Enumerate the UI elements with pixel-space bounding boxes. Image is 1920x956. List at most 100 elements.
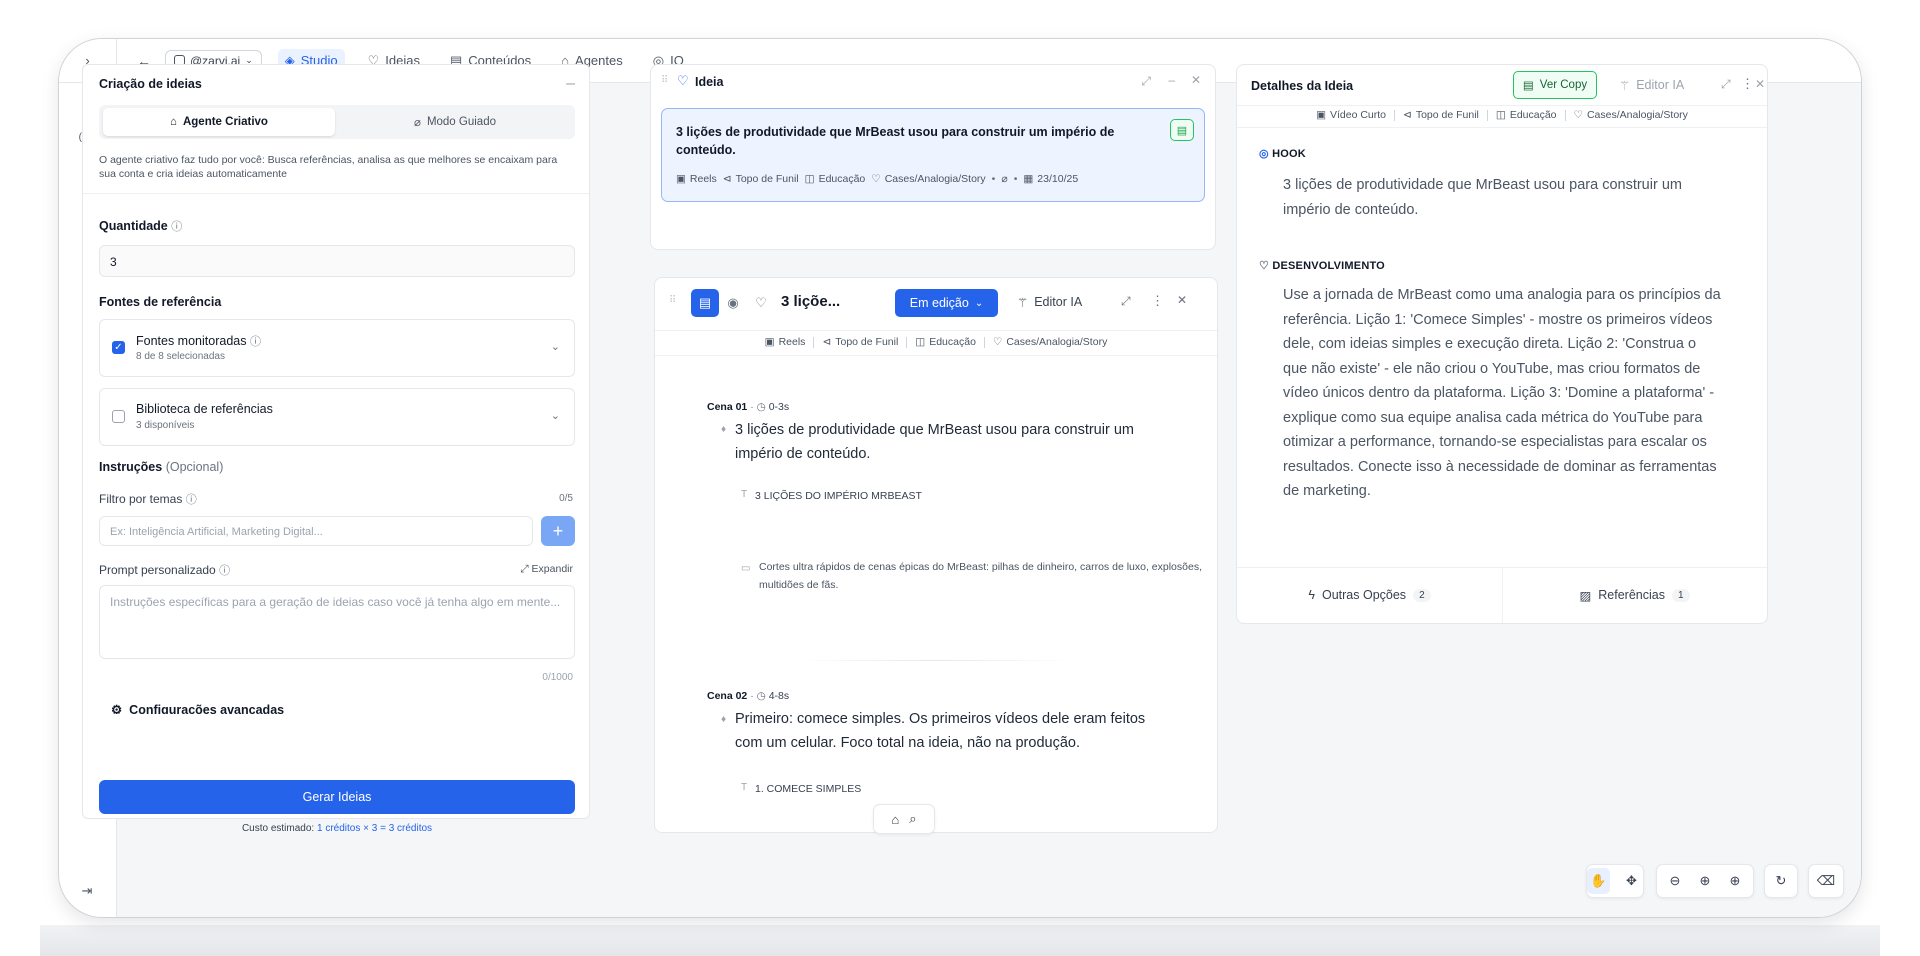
lightbulb-icon: ♡ — [755, 295, 767, 310]
lightbulb-icon: ♡ — [992, 336, 1003, 348]
logout-icon[interactable]: ⇥ — [77, 881, 97, 901]
content-editor: ⠿ ▤ ◉ ♡ 3 liçõe... Em edição ⌄ ⚚ Editor IA… — [654, 277, 1219, 834]
tab-creative-agent[interactable]: ⌂ Agente Criativo — [103, 108, 335, 136]
drag-handle-icon[interactable]: ⠿ — [669, 295, 676, 306]
cost-estimate: Custo estimado: 1 créditos × 3 = 3 crédi… — [241, 823, 433, 834]
dot-separator: • — [991, 173, 996, 185]
megaphone-icon: ⊲ — [822, 336, 832, 348]
minimize-icon[interactable]: – — [566, 75, 575, 93]
bot-icon: ⌂ — [170, 116, 177, 128]
divider — [1237, 127, 1767, 128]
info-icon: ⓘ — [249, 336, 261, 348]
view-copy-button[interactable]: ▤ Ver Copy — [1513, 71, 1597, 99]
tag-style: ♡ Cases/Analogia/Story — [1573, 109, 1688, 121]
close-icon[interactable]: ✕ — [1177, 293, 1187, 307]
megaphone-icon: ⊲ — [722, 173, 732, 185]
more-options-icon[interactable]: ⋮ — [1151, 293, 1164, 309]
document-icon: ▤ — [698, 295, 712, 310]
move-icon[interactable]: ✥ — [1620, 868, 1643, 894]
search-icon[interactable]: ⌕ — [909, 811, 916, 827]
topic-filter-label: Filtro por temas ⓘ — [99, 492, 197, 506]
copy-doc-icon[interactable]: ▤ — [1170, 119, 1194, 141]
close-icon[interactable]: ✕ — [1755, 77, 1765, 91]
expand-icon[interactable]: ⤢ — [1121, 294, 1131, 309]
chevron-down-icon[interactable]: ⌄ — [551, 409, 560, 422]
prompt-textarea[interactable]: Instruções específicas para a geração de… — [99, 585, 575, 659]
canvas-mode-tools: ✋ ✥ — [1586, 864, 1644, 898]
advanced-settings[interactable]: ⚙ Configurações avançadas — [111, 702, 571, 714]
hook-text: 3 lições de produtividade que MrBeast us… — [1283, 177, 1682, 218]
minimize-icon[interactable]: – — [1168, 73, 1175, 87]
details-tags: ▣ Vídeo Curto ⊲ Topo de Funil ◫ Educação ♡ C… — [1237, 109, 1767, 121]
ai-editor-button[interactable]: ⚚ Editor IA — [1017, 295, 1082, 310]
scene-divider — [795, 660, 1075, 661]
lightbulb-icon: ♡ — [677, 73, 689, 88]
references-button[interactable]: ▨ Referências 1 — [1502, 567, 1767, 623]
recenter-icon[interactable]: ⊕ — [1692, 868, 1718, 894]
source-library[interactable]: Biblioteca de referências 3 disponíveis … — [99, 388, 575, 446]
editor-tools: ⌂ ⌕ — [873, 804, 935, 834]
divider — [83, 193, 589, 194]
magic-wand-icon: ⚚ — [1619, 79, 1631, 93]
idea-creation-panel: Criação de ideias – ⌂ Agente Criativo ⌀ … — [82, 64, 590, 834]
idea-title: 3 lições de produtividade que MrBeast us… — [676, 125, 1115, 157]
other-options-button[interactable]: ϟ Outras Opções 2 — [1237, 567, 1502, 623]
tag-format: ▣ Vídeo Curto — [1316, 109, 1387, 121]
image-icon: ▨ — [1579, 588, 1592, 603]
tab-guided-mode[interactable]: ⌀ Modo Guiado — [339, 108, 571, 136]
idea-card: ⠿ ♡ Ideia ⤢ – ✕ 3 lições de produtividad… — [650, 64, 1216, 250]
tag-category: ◫ Educação — [915, 336, 976, 348]
zoom-out-icon[interactable]: ⊖ — [1662, 868, 1688, 894]
megaphone-icon: ⊲ — [1403, 109, 1412, 121]
eraser-icon[interactable]: ⌫ — [1813, 868, 1839, 894]
add-topic-button[interactable]: + — [541, 516, 575, 546]
scene-caption[interactable]: 1. COMECE SIMPLES — [755, 783, 861, 795]
chevron-down-icon[interactable]: ⌄ — [551, 340, 560, 353]
hook-label: ◎ HOOK — [1259, 148, 1306, 160]
idea-view-button[interactable]: ♡ — [747, 289, 775, 317]
sources-label: Fontes de referência — [99, 295, 222, 309]
more-options-icon[interactable]: ⋮ — [1741, 76, 1754, 92]
scene-visual[interactable]: Cortes ultra rápidos de cenas épicas do … — [759, 558, 1219, 594]
generate-ideas-button[interactable]: Gerar Ideias — [99, 780, 575, 814]
quantity-input[interactable]: 3 — [99, 245, 575, 277]
reset-tool: ↻ — [1764, 864, 1798, 898]
refresh-icon[interactable]: ↻ — [1768, 868, 1794, 894]
clock-icon: ◷ — [756, 690, 766, 702]
topic-filter-placeholder: Ex: Inteligência Artificial, Marketing D… — [110, 526, 323, 538]
eraser-tool: ⌫ — [1808, 864, 1844, 898]
development-text: Use a jornada de MrBeast como uma analog… — [1283, 287, 1721, 499]
ai-editor-button[interactable]: ⚚ Editor IA — [1619, 78, 1684, 93]
expand-prompt-button[interactable]: ⤢ Expandir — [520, 563, 573, 576]
text-icon: T — [741, 489, 748, 500]
clock-icon: ◷ — [756, 401, 766, 413]
topic-filter-input[interactable]: Ex: Inteligência Artificial, Marketing D… — [99, 516, 533, 546]
tag-funnel: ⊲ Topo de Funil — [722, 173, 799, 185]
instructions-label: Instruções (Opcional) — [99, 460, 224, 474]
bot-icon[interactable]: ⌂ — [891, 812, 899, 827]
count-badge: 1 — [1671, 588, 1690, 602]
source-title: Fontes monitoradas ⓘ — [136, 334, 261, 348]
document-view-button[interactable]: ▤ — [691, 289, 719, 317]
drag-handle-icon[interactable]: ⠿ — [661, 75, 668, 86]
film-icon: ▣ — [676, 173, 686, 185]
scene-caption[interactable]: 3 LIÇÕES DO IMPÉRIO MRBEAST — [755, 490, 922, 502]
eye-icon: ◉ — [727, 295, 739, 310]
expand-icon[interactable]: ⤢ — [1721, 77, 1731, 92]
scene-speech[interactable]: 3 lições de produtividade que MrBeast us… — [735, 418, 1155, 466]
hand-icon[interactable]: ✋ — [1587, 868, 1610, 894]
idea-item-selected[interactable]: 3 lições de produtividade que MrBeast us… — [661, 108, 1205, 202]
status-dropdown[interactable]: Em edição ⌄ — [895, 289, 998, 317]
zoom-in-icon[interactable]: ⊕ — [1722, 868, 1748, 894]
source-monitored[interactable]: ✓ Fontes monitoradas ⓘ 8 de 8 selecionad… — [99, 319, 575, 377]
close-icon[interactable]: ✕ — [1191, 73, 1201, 87]
book-icon: ◫ — [1495, 109, 1506, 121]
attachment-icon: ⌀ — [1001, 173, 1008, 185]
checkbox-checked[interactable]: ✓ — [112, 341, 125, 354]
expand-icon: ⤢ — [520, 563, 529, 575]
scene-speech[interactable]: Primeiro: comece simples. Os primeiros v… — [735, 707, 1155, 755]
preview-button[interactable]: ◉ — [719, 289, 747, 317]
expand-icon[interactable]: ⤢ — [1141, 74, 1151, 89]
source-subtitle: 3 disponíveis — [136, 420, 195, 431]
checkbox-unchecked[interactable] — [112, 410, 125, 423]
